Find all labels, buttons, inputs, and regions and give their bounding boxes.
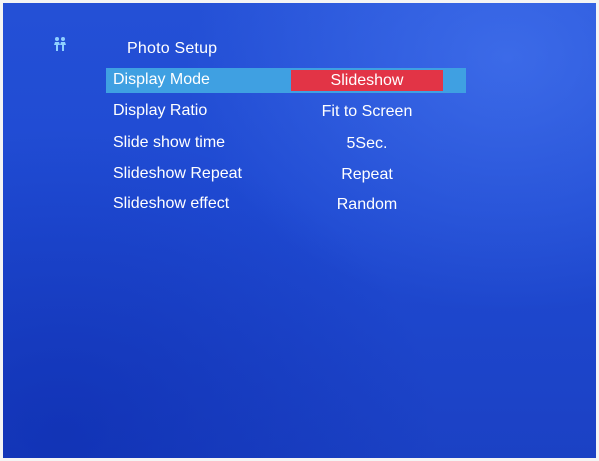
menu-item-slideshow-repeat[interactable]: Slideshow Repeat Repeat — [106, 162, 466, 187]
menu-item-value[interactable]: Random — [291, 192, 443, 217]
osd-screen: Photo Setup Display Mode Slideshow Displ… — [3, 3, 596, 458]
menu-item-display-mode[interactable]: Display Mode Slideshow — [106, 68, 466, 93]
menu-item-label: Slide show time — [113, 134, 226, 151]
menu-item-value[interactable]: Fit to Screen — [291, 99, 443, 124]
menu-item-value[interactable]: 5Sec. — [291, 131, 443, 156]
monitor-frame: Photo Setup Display Mode Slideshow Displ… — [0, 0, 599, 461]
page-title: Photo Setup — [127, 40, 218, 57]
menu-item-slide-show-time[interactable]: Slide show time 5Sec. — [106, 131, 466, 156]
menu-item-label: Display Mode — [113, 71, 210, 88]
menu-item-label: Slideshow effect — [113, 195, 230, 212]
menu-item-label: Display Ratio — [113, 102, 208, 119]
menu-item-display-ratio[interactable]: Display Ratio Fit to Screen — [106, 99, 466, 124]
menu-item-label: Slideshow Repeat — [113, 165, 242, 182]
people-icon — [54, 37, 66, 51]
menu-item-value[interactable]: Repeat — [291, 162, 443, 187]
menu-item-value[interactable]: Slideshow — [291, 70, 443, 91]
menu-item-slideshow-effect[interactable]: Slideshow effect Random — [106, 192, 466, 217]
